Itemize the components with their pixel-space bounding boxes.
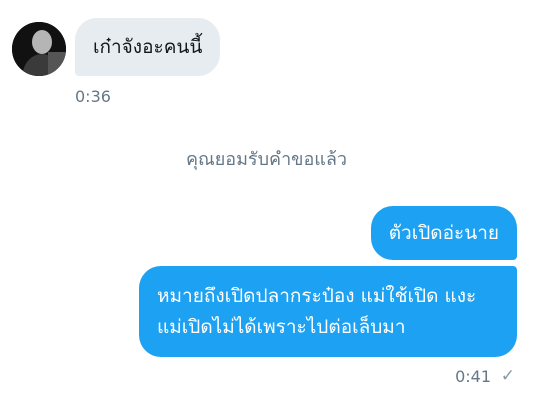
system-message: คุณยอมรับคำขอแล้ว — [185, 149, 348, 170]
avatar[interactable] — [12, 22, 66, 76]
check-icon: ✓ — [500, 366, 515, 386]
outgoing-message-bubble[interactable]: หมายถึงเปิดปลากระป๋อง แม่ใช้เปิด แงะ แม่… — [139, 266, 517, 357]
incoming-message-bubble[interactable]: เก๋าจังอะคนนี้ — [75, 18, 221, 76]
outgoing-message-time: 0:41 — [455, 367, 491, 386]
outgoing-message-bubble[interactable]: ตัวเปิดอ่ะนาย — [370, 206, 517, 260]
incoming-message-time: 0:36 — [75, 87, 111, 106]
